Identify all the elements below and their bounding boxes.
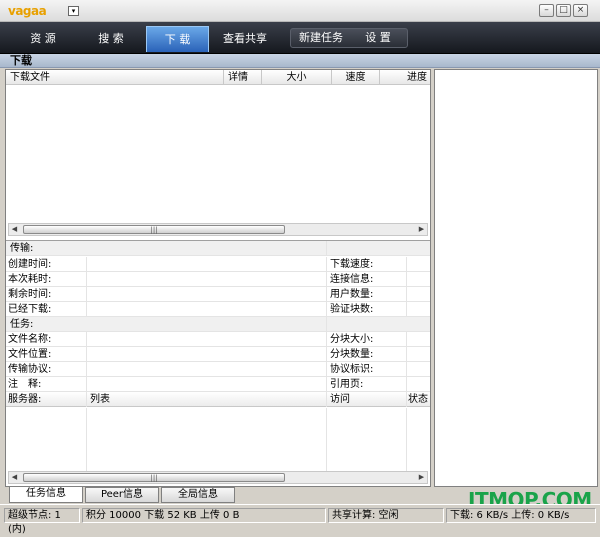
col-file[interactable]: 下载文件 <box>6 70 224 85</box>
tab-task-info[interactable]: 任务信息 <box>9 487 83 503</box>
scroll-thumb[interactable]: ||| <box>23 225 285 234</box>
minimize-button[interactable]: – <box>539 4 554 17</box>
server-header-row: 服务器: 列表 访问 状态 <box>6 392 430 407</box>
label-users: 用户数量: <box>330 289 374 300</box>
status-share: 共享计算: 空闲 <box>328 508 444 523</box>
detail-row: 文件名称: 分块大小: <box>6 332 430 347</box>
download-pane: 下载文件 详情 大小 速度 进度 ◀ ||| ▶ 传输: 创建时间: 下载速度:… <box>5 69 431 487</box>
detail-row: 传输协议: 协议标识: <box>6 362 430 377</box>
main-nav: 资 源 搜 索 下 载 查看共享 新建任务 设 置 <box>0 22 600 54</box>
tab-search[interactable]: 搜 索 <box>80 26 142 52</box>
scroll-right-icon[interactable]: ▶ <box>416 224 427 235</box>
tab-global-info[interactable]: 全局信息 <box>161 487 235 503</box>
transfer-header: 传输: <box>10 243 34 254</box>
col-access[interactable]: 访问 <box>328 392 350 407</box>
label-chunk-size: 分块大小: <box>330 334 374 345</box>
status-stats: 积分 10000 下载 52 KB 上传 0 B <box>82 508 326 523</box>
label-verified: 验证块数: <box>330 304 374 315</box>
close-button[interactable]: × <box>573 4 588 17</box>
tab-view-share[interactable]: 查看共享 <box>214 26 276 52</box>
scroll-right-icon[interactable]: ▶ <box>416 472 427 483</box>
side-panel <box>434 69 598 487</box>
detail-row: 创建时间: 下载速度: <box>6 257 430 272</box>
label-location: 文件位置: <box>8 349 52 360</box>
label-downloaded: 已经下载: <box>8 304 52 315</box>
label-note: 注 释: <box>8 379 42 390</box>
col-server[interactable]: 服务器: <box>6 392 41 407</box>
col-progress[interactable]: 进度 <box>380 70 430 85</box>
scroll-left-icon[interactable]: ◀ <box>9 224 20 235</box>
detail-row: 剩余时间: 用户数量: <box>6 287 430 302</box>
label-referrer: 引用页: <box>330 379 364 390</box>
label-filename: 文件名称: <box>8 334 52 345</box>
transfer-header-row: 传输: <box>6 241 430 256</box>
detail-grid: 传输: 创建时间: 下载速度: 本次耗时: 连接信息: 剩余时间: 用户数量: … <box>6 240 430 476</box>
col-detail[interactable]: 详情 <box>224 70 262 85</box>
title-bar: vagaa ▾ – □ × <box>0 0 600 22</box>
detail-row: 已经下载: 验证块数: <box>6 302 430 317</box>
label-protocol: 传输协议: <box>8 364 52 375</box>
task-header: 任务: <box>10 319 34 330</box>
detail-row: 本次耗时: 连接信息: <box>6 272 430 287</box>
status-super-node: 超级节点: 1 (内) <box>4 508 80 535</box>
tab-peer-info[interactable]: Peer信息 <box>85 487 159 503</box>
label-elapsed: 本次耗时: <box>8 274 52 285</box>
scroll-left-icon[interactable]: ◀ <box>9 472 20 483</box>
scroll-thumb[interactable]: ||| <box>23 473 285 482</box>
status-bar: 超级节点: 1 (内) 积分 10000 下载 52 KB 上传 0 B 共享计… <box>0 504 600 535</box>
label-dl-speed: 下载速度: <box>330 259 374 270</box>
server-hscroll[interactable]: ◀ ||| ▶ <box>8 471 428 484</box>
settings-button[interactable]: 设 置 <box>352 28 404 48</box>
col-status[interactable]: 状态 <box>406 392 428 407</box>
detail-row: 文件位置: 分块数量: <box>6 347 430 362</box>
col-list[interactable]: 列表 <box>88 392 110 407</box>
menu-icon[interactable]: ▾ <box>68 6 79 16</box>
label-protocol-id: 协议标识: <box>330 364 374 375</box>
col-speed[interactable]: 速度 <box>332 70 380 85</box>
label-connections: 连接信息: <box>330 274 374 285</box>
status-speed: 下载: 6 KB/s 上传: 0 KB/s <box>446 508 596 523</box>
label-created: 创建时间: <box>8 259 52 270</box>
new-task-button[interactable]: 新建任务 <box>292 28 350 48</box>
tab-resources[interactable]: 资 源 <box>12 26 74 52</box>
task-header-row: 任务: <box>6 317 430 332</box>
section-title: 下载 <box>0 54 600 68</box>
info-tabs: 任务信息 Peer信息 全局信息 <box>5 487 431 503</box>
tab-download[interactable]: 下 载 <box>146 26 209 52</box>
label-remaining: 剩余时间: <box>8 289 52 300</box>
download-hscroll[interactable]: ◀ ||| ▶ <box>8 223 428 236</box>
maximize-button[interactable]: □ <box>556 4 571 17</box>
app-logo: vagaa <box>8 4 47 18</box>
label-chunk-count: 分块数量: <box>330 349 374 360</box>
col-size[interactable]: 大小 <box>262 70 332 85</box>
detail-row: 注 释: 引用页: <box>6 377 430 392</box>
